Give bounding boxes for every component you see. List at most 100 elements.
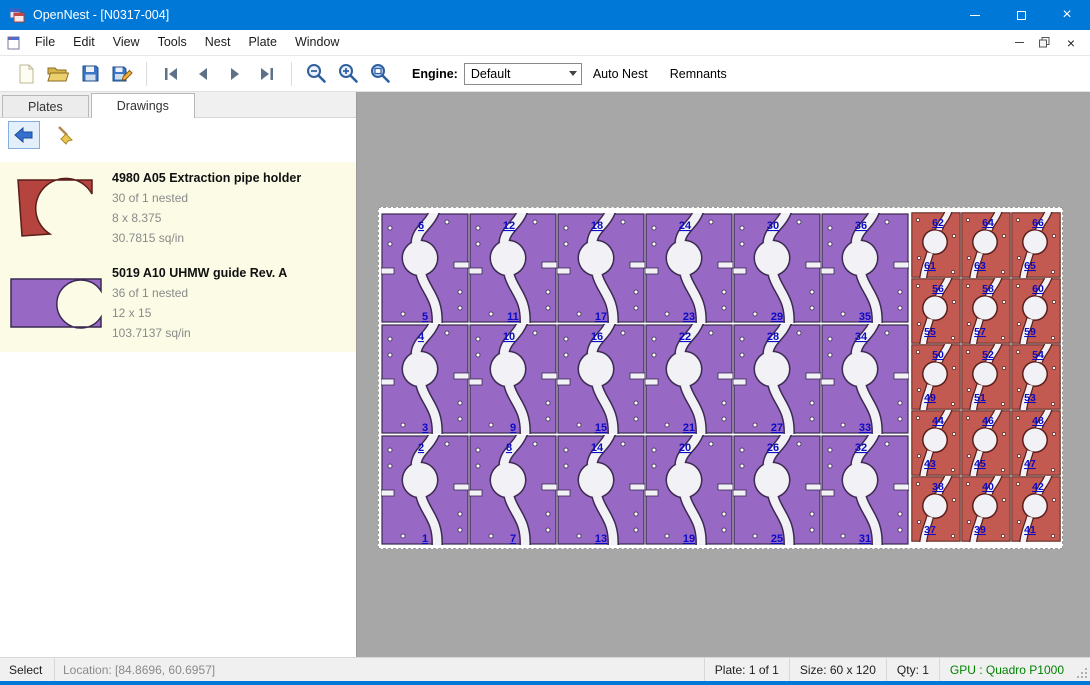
tab-drawings[interactable]: Drawings <box>91 93 195 118</box>
part-number: 46 <box>982 415 994 427</box>
nav-next-button[interactable] <box>219 59 251 89</box>
part-number: 8 <box>506 442 512 454</box>
import-drawing-button[interactable] <box>8 121 40 149</box>
main-toolbar: Engine: Default Auto Nest Remnants <box>0 56 1090 92</box>
plate[interactable]: 65 1211 1817 2423 3029 3635 43 109 1615 … <box>378 207 1063 549</box>
nested-part-pair[interactable]: 1817 <box>557 213 645 323</box>
zoom-fit-button[interactable] <box>364 59 396 89</box>
tab-plates[interactable]: Plates <box>2 95 89 117</box>
part-number: 1 <box>422 533 428 545</box>
part-number: 16 <box>591 331 603 343</box>
open-button[interactable] <box>42 59 74 89</box>
left-panel: Plates Drawings <box>0 92 357 657</box>
purple-part-shape <box>7 273 105 333</box>
nested-part-pair[interactable]: 6463 <box>961 212 1011 278</box>
part-number: 45 <box>974 458 986 470</box>
nested-part-pair[interactable]: 3635 <box>821 213 909 323</box>
zoom-fit-icon <box>370 63 391 84</box>
nested-part-pair[interactable]: 6059 <box>1011 278 1061 344</box>
nested-part-pair[interactable]: 65 <box>381 213 469 323</box>
nested-part-pair[interactable]: 4039 <box>961 476 1011 542</box>
part-number: 37 <box>924 524 936 536</box>
remnants-button[interactable]: Remnants <box>659 59 738 89</box>
save-icon <box>81 64 100 83</box>
part-number: 53 <box>1024 392 1036 404</box>
nested-part-pair[interactable]: 6261 <box>911 212 961 278</box>
nested-part-pair[interactable]: 5251 <box>961 344 1011 410</box>
nest-canvas[interactable]: 65 1211 1817 2423 3029 3635 43 109 1615 … <box>357 92 1090 657</box>
part-number: 44 <box>932 415 944 427</box>
nested-part-pair[interactable]: 4443 <box>911 410 961 476</box>
menu-file[interactable]: File <box>26 30 64 55</box>
nested-part-pair[interactable]: 2423 <box>645 213 733 323</box>
menu-view[interactable]: View <box>104 30 149 55</box>
mdi-close-button[interactable]: × <box>1060 33 1082 53</box>
menu-window[interactable]: Window <box>286 30 348 55</box>
nested-part-pair[interactable]: 43 <box>381 324 469 434</box>
nested-part-pair[interactable]: 3231 <box>821 435 909 545</box>
minimize-button[interactable] <box>952 0 998 30</box>
menu-plate[interactable]: Plate <box>239 30 286 55</box>
nested-part-pair[interactable]: 1413 <box>557 435 645 545</box>
new-file-button[interactable] <box>10 59 42 89</box>
document-icon[interactable] <box>6 35 22 51</box>
zoom-out-button[interactable] <box>300 59 332 89</box>
save-as-button[interactable] <box>106 59 138 89</box>
nested-part-pair[interactable]: 5049 <box>911 344 961 410</box>
nested-part-pair[interactable]: 4847 <box>1011 410 1061 476</box>
clean-drawings-button[interactable] <box>50 121 82 149</box>
part-number: 57 <box>974 326 986 338</box>
list-item[interactable]: 4980 A05 Extraction pipe holder 30 of 1 … <box>0 162 356 257</box>
open-folder-icon <box>47 65 69 83</box>
nav-prev-button[interactable] <box>187 59 219 89</box>
part-number: 36 <box>855 220 867 232</box>
close-icon: × <box>1067 36 1075 50</box>
part-number: 56 <box>932 283 944 295</box>
nested-part-pair[interactable]: 5857 <box>961 278 1011 344</box>
menu-nest[interactable]: Nest <box>196 30 240 55</box>
close-icon: × <box>1062 7 1071 23</box>
nested-part-pair[interactable]: 2221 <box>645 324 733 434</box>
save-button[interactable] <box>74 59 106 89</box>
toolbar-separator <box>146 62 147 86</box>
close-button[interactable]: × <box>1044 0 1090 30</box>
mdi-minimize-button[interactable] <box>1008 33 1030 53</box>
nested-part-pair[interactable]: 4241 <box>1011 476 1061 542</box>
app-window: OpenNest - [N0317-004] × File Edit View … <box>0 0 1090 685</box>
nested-part-pair[interactable]: 21 <box>381 435 469 545</box>
nested-part-pair[interactable]: 46 45 <box>961 410 1011 476</box>
status-location: Location: [84.8696, 60.6957] <box>54 658 704 681</box>
nested-part-pair[interactable]: 2625 <box>733 435 821 545</box>
menu-tools[interactable]: Tools <box>149 30 196 55</box>
mdi-window-controls: × <box>1008 33 1090 53</box>
toolbar-separator <box>291 62 292 86</box>
panel-tabbar: Plates Drawings <box>0 92 356 118</box>
part-number: 31 <box>859 533 871 545</box>
nested-part-pair[interactable]: 3433 <box>821 324 909 434</box>
nested-part-pair[interactable]: 3029 <box>733 213 821 323</box>
next-plate-icon <box>226 65 244 83</box>
nested-part-pair[interactable]: 2019 <box>645 435 733 545</box>
nested-part-pair[interactable]: 6665 <box>1011 212 1061 278</box>
nested-part-pair[interactable]: 1211 <box>469 213 557 323</box>
zoom-in-button[interactable] <box>332 59 364 89</box>
engine-select[interactable]: Default <box>464 63 582 85</box>
window-title: OpenNest - [N0317-004] <box>33 8 169 22</box>
maximize-button[interactable] <box>998 0 1044 30</box>
nav-last-button[interactable] <box>251 59 283 89</box>
nested-part-pair[interactable]: 2827 <box>733 324 821 434</box>
resize-grip[interactable] <box>1074 658 1090 681</box>
menu-bar: File Edit View Tools Nest Plate Window × <box>0 30 1090 56</box>
nav-first-button[interactable] <box>155 59 187 89</box>
nested-part-pair[interactable]: 87 <box>469 435 557 545</box>
list-item[interactable]: 5019 A10 UHMW guide Rev. A 36 of 1 neste… <box>0 257 356 352</box>
nested-part-pair[interactable]: 5655 <box>911 278 961 344</box>
nested-part-pair[interactable]: 109 <box>469 324 557 434</box>
auto-nest-button[interactable]: Auto Nest <box>582 59 659 89</box>
nested-part-pair[interactable]: 3837 <box>911 476 961 542</box>
nested-part-pair[interactable]: 1615 <box>557 324 645 434</box>
mdi-restore-button[interactable] <box>1034 33 1056 53</box>
nested-part-pair[interactable]: 5453 <box>1011 344 1061 410</box>
menu-edit[interactable]: Edit <box>64 30 104 55</box>
engine-value: Default <box>471 67 511 81</box>
